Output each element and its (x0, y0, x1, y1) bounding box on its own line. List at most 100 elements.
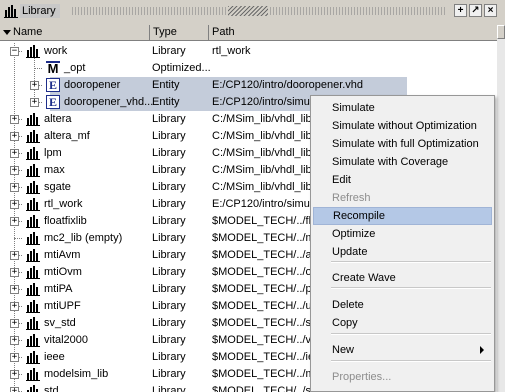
library-icon (4, 4, 18, 18)
sort-down-icon (3, 29, 11, 35)
expand-icon[interactable]: + (10, 115, 19, 124)
library-icon (26, 367, 40, 381)
row-type: Library (152, 198, 186, 210)
row-type: Library (152, 266, 186, 278)
close-button[interactable]: × (484, 4, 497, 17)
menu-item-update[interactable]: Update (313, 243, 492, 261)
menu-item-refresh[interactable]: Refresh (313, 189, 492, 207)
menu-item-simulate-without-optimization[interactable]: Simulate without Optimization (313, 117, 492, 135)
expand-icon[interactable]: + (10, 217, 19, 226)
row-type: Entity (152, 79, 180, 91)
menu-item-new[interactable]: New (313, 341, 492, 359)
entity-icon: E (46, 95, 60, 109)
row-name: sgate (44, 181, 71, 193)
menu-item-optimize[interactable]: Optimize (313, 225, 492, 243)
library-title-bar: Library + ↗ × (0, 0, 505, 22)
menu-item-label: Simulate (332, 102, 375, 114)
row-name: altera (44, 113, 72, 125)
expand-icon[interactable]: + (10, 387, 19, 392)
menu-separator (331, 333, 491, 335)
expand-icon[interactable]: + (10, 132, 19, 141)
row-path: E:/CP120/intro/simu (212, 198, 310, 210)
column-path-header[interactable]: Path (209, 25, 497, 40)
row-type: Library (152, 232, 186, 244)
row-name: _opt (64, 62, 86, 74)
row-path: C:/MSim_lib/vhdl_lib (212, 113, 312, 125)
menu-item-label: Properties... (332, 371, 392, 383)
menu-item-label: Refresh (332, 192, 371, 204)
row-name: work (44, 45, 68, 57)
row-name: ieee (44, 351, 65, 363)
expand-icon[interactable]: + (10, 302, 19, 311)
menu-item-create-wave[interactable]: Create Wave (313, 269, 492, 287)
table-row[interactable]: M _opt Optimized... (0, 60, 497, 77)
column-name-header[interactable]: Name (0, 25, 150, 40)
scroll-up-button[interactable] (497, 25, 505, 39)
row-path: $MODEL_TECH/../av (212, 249, 318, 261)
row-name: vital2000 (44, 334, 89, 346)
drag-handle[interactable] (228, 6, 268, 16)
expand-icon[interactable]: + (30, 81, 39, 90)
library-icon (26, 333, 40, 347)
library-icon (26, 129, 40, 143)
table-row[interactable]: + Edooropener Entity E:/CP120/intro/doorope… (0, 77, 497, 94)
row-path: $MODEL_TECH/../vit (212, 334, 317, 346)
menu-item-copy[interactable]: Copy (313, 314, 492, 332)
menu-item-label: New (332, 344, 355, 356)
row-name: mc2_lib (empty) (44, 232, 123, 244)
expand-icon[interactable]: + (10, 370, 19, 379)
expand-icon[interactable]: + (10, 200, 19, 209)
row-type: Library (152, 283, 186, 295)
row-name: mtiUPF (44, 300, 81, 312)
menu-item-simulate-with-full-optimization[interactable]: Simulate with full Optimization (313, 135, 492, 153)
row-type: Library (152, 249, 186, 261)
menu-item-label: Simulate without Optimization (332, 120, 477, 132)
expand-icon[interactable]: + (10, 183, 19, 192)
menu-separator (331, 360, 491, 362)
row-path: $MODEL_TECH/../flo (212, 215, 318, 227)
row-type: Library (152, 181, 186, 193)
menu-item-properties[interactable]: Properties... (313, 368, 492, 386)
menu-item-label: Update (332, 246, 368, 258)
menu-item-label: Recompile (333, 210, 385, 222)
optimized-design-icon: M (46, 61, 60, 76)
row-type: Library (152, 130, 186, 142)
library-icon (26, 248, 40, 262)
row-path: C:/MSim_lib/vhdl_lib (212, 130, 312, 142)
row-name: altera_mf (44, 130, 90, 142)
row-type: Library (152, 334, 186, 346)
expand-icon[interactable]: + (10, 285, 19, 294)
menu-item-simulate-with-coverage[interactable]: Simulate with Coverage (313, 153, 492, 171)
row-type: Library (152, 215, 186, 227)
row-type: Library (152, 317, 186, 329)
menu-item-delete[interactable]: Delete (313, 296, 492, 314)
row-type: Library (152, 385, 186, 392)
vertical-scrollbar[interactable] (497, 25, 505, 392)
library-icon (26, 231, 40, 245)
expand-icon[interactable]: + (10, 353, 19, 362)
table-row[interactable]: − work Library rtl_work (0, 43, 497, 60)
undock-button[interactable]: ↗ (469, 4, 482, 17)
expand-icon[interactable]: + (10, 251, 19, 260)
row-path: $MODEL_TECH/../sv (212, 317, 317, 329)
collapse-icon[interactable]: − (10, 47, 19, 56)
menu-item-recompile[interactable]: Recompile (313, 207, 492, 225)
expand-icon[interactable]: + (30, 98, 39, 107)
column-type-header[interactable]: Type (150, 25, 209, 40)
row-type: Library (152, 147, 186, 159)
menu-item-simulate[interactable]: Simulate (313, 99, 492, 117)
add-button[interactable]: + (454, 4, 467, 17)
library-icon (26, 384, 40, 392)
row-path: C:/MSim_lib/vhdl_lib (212, 147, 312, 159)
row-type: Library (152, 368, 186, 380)
expand-icon[interactable]: + (10, 166, 19, 175)
row-type: Library (152, 164, 186, 176)
menu-item-edit[interactable]: Edit (313, 171, 492, 189)
expand-icon[interactable]: + (10, 336, 19, 345)
row-name: floatfixlib (44, 215, 87, 227)
row-path: $MODEL_TECH/../mc (212, 232, 321, 244)
expand-icon[interactable]: + (10, 268, 19, 277)
expand-icon[interactable]: + (10, 149, 19, 158)
expand-icon[interactable]: + (10, 319, 19, 328)
row-name: modelsim_lib (44, 368, 109, 380)
